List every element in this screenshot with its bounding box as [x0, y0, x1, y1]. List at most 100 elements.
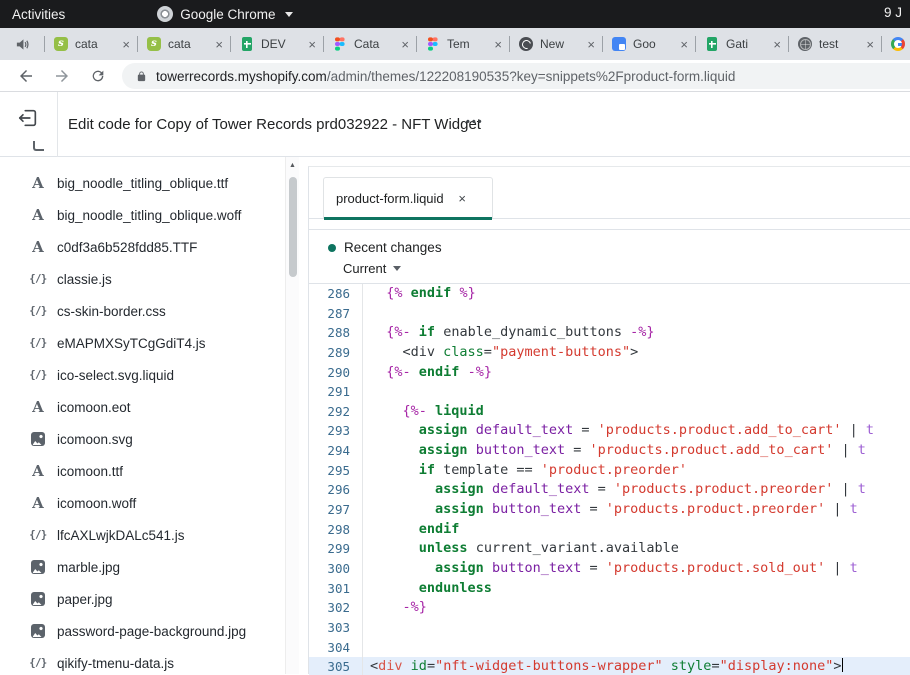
file-list-item[interactable]: big_noodle_titling_oblique.woff	[0, 199, 285, 231]
file-list-item[interactable]: icomoon.svg	[0, 423, 285, 455]
tab-close-icon[interactable]: ×	[773, 38, 781, 51]
code-line[interactable]: 286 {% endif %}	[309, 284, 910, 304]
editor-file-tab[interactable]: product-form.liquid ×	[323, 177, 493, 219]
file-type-icon	[28, 557, 48, 577]
file-name: qikify-tmenu-data.js	[57, 656, 174, 671]
lock-icon[interactable]	[136, 70, 147, 83]
code-line[interactable]: 292 {%- liquid	[309, 402, 910, 422]
code-line[interactable]: 288 {%- if enable_dynamic_buttons -%}	[309, 323, 910, 343]
code-line[interactable]: 294 assign button_text = 'products.produ…	[309, 441, 910, 461]
reload-button[interactable]	[88, 66, 108, 86]
editor-tab-close-icon[interactable]: ×	[458, 191, 466, 206]
line-content[interactable]: -%}	[363, 598, 910, 618]
browser-tab[interactable]: New ×	[509, 28, 602, 60]
code-line[interactable]: 293 assign default_text = 'products.prod…	[309, 421, 910, 441]
line-content[interactable]	[363, 304, 910, 324]
line-content[interactable]: unless current_variant.available	[363, 539, 910, 559]
activities-button[interactable]: Activities	[12, 7, 65, 22]
code-line[interactable]: 290 {%- endif -%}	[309, 363, 910, 383]
file-list-item[interactable]: password-page-background.jpg	[0, 615, 285, 647]
code-line[interactable]: 287	[309, 304, 910, 324]
browser-tab[interactable]: Gati ×	[695, 28, 788, 60]
browser-tab[interactable]: Cata ×	[323, 28, 416, 60]
tab-close-icon[interactable]: ×	[680, 38, 688, 51]
sidebar-scrollbar[interactable]: ▲	[285, 157, 299, 674]
line-number: 289	[309, 343, 363, 363]
line-content[interactable]: <div id="nft-widget-buttons-wrapper" sty…	[363, 657, 910, 675]
line-content[interactable]	[363, 638, 910, 658]
browser-tab[interactable]: test ×	[788, 28, 881, 60]
code-line[interactable]: 295 if template == 'product.preorder'	[309, 461, 910, 481]
audio-speaker-icon[interactable]	[0, 37, 44, 52]
line-content[interactable]: {% endif %}	[363, 284, 910, 304]
code-line[interactable]: 297 assign button_text = 'products.produ…	[309, 500, 910, 520]
file-list-item[interactable]: lfcAXLwjkDALc541.js	[0, 519, 285, 551]
code-line[interactable]: 304	[309, 638, 910, 658]
code-line[interactable]: 291	[309, 382, 910, 402]
version-dropdown[interactable]: Current	[343, 261, 910, 276]
line-content[interactable]: endif	[363, 520, 910, 540]
browser-tab[interactable]: Tem ×	[416, 28, 509, 60]
tab-close-icon[interactable]: ×	[866, 38, 874, 51]
line-content[interactable]: endunless	[363, 579, 910, 599]
file-list-item[interactable]: paper.jpg	[0, 583, 285, 615]
file-list-item[interactable]: cs-skin-border.css	[0, 295, 285, 327]
browser-tab[interactable]: cata ×	[137, 28, 230, 60]
line-content[interactable]: assign button_text = 'products.product.s…	[363, 559, 910, 579]
file-list-item[interactable]: eMAPMXSyTCgGdiT4.js	[0, 327, 285, 359]
browser-tab[interactable]: cata ×	[44, 28, 137, 60]
line-content[interactable]: assign button_text = 'products.product.p…	[363, 500, 910, 520]
line-content[interactable]: <div class="payment-buttons">	[363, 343, 910, 363]
tab-close-icon[interactable]: ×	[587, 38, 595, 51]
tab-close-icon[interactable]: ×	[122, 38, 130, 51]
tab-close-icon[interactable]: ×	[308, 38, 316, 51]
tab-close-icon[interactable]: ×	[494, 38, 502, 51]
scrollbar-thumb[interactable]	[289, 177, 297, 277]
file-list-item[interactable]: c0df3a6b528fdd85.TTF	[0, 231, 285, 263]
line-content[interactable]: assign default_text = 'products.product.…	[363, 421, 910, 441]
file-list-item[interactable]: icomoon.woff	[0, 487, 285, 519]
code-line[interactable]: 298 endif	[309, 520, 910, 540]
code-line[interactable]: 302 -%}	[309, 598, 910, 618]
file-list-item[interactable]: classie.js	[0, 263, 285, 295]
file-list-item[interactable]: icomoon.eot	[0, 391, 285, 423]
address-bar[interactable]: towerrecords.myshopify.com/admin/themes/…	[122, 63, 910, 89]
file-list-item[interactable]: marble.jpg	[0, 551, 285, 583]
line-content[interactable]: {%- if enable_dynamic_buttons -%}	[363, 323, 910, 343]
more-actions-button[interactable]: •••	[466, 116, 484, 128]
code-line[interactable]: 299 unless current_variant.available	[309, 539, 910, 559]
code-line[interactable]: 289 <div class="payment-buttons">	[309, 343, 910, 363]
file-list-item[interactable]: big_noodle_titling_oblique.ttf	[0, 167, 285, 199]
code-line[interactable]: 303	[309, 618, 910, 638]
line-content[interactable]: {%- endif -%}	[363, 363, 910, 383]
line-content[interactable]	[363, 618, 910, 638]
browser-tab[interactable]: DEV ×	[230, 28, 323, 60]
code-line[interactable]: 305<div id="nft-widget-buttons-wrapper" …	[309, 657, 910, 675]
exit-code-editor-button[interactable]	[15, 105, 41, 131]
code-line[interactable]: 301 endunless	[309, 579, 910, 599]
browser-tab[interactable]: Goo ×	[602, 28, 695, 60]
browser-tab[interactable]: ×	[881, 28, 910, 60]
line-content[interactable]: assign default_text = 'products.product.…	[363, 480, 910, 500]
code-lines[interactable]: 286 {% endif %}287288 {%- if enable_dyna…	[309, 284, 910, 675]
line-content[interactable]	[363, 382, 910, 402]
code-line[interactable]: 300 assign button_text = 'products.produ…	[309, 559, 910, 579]
file-list-item[interactable]: ico-select.svg.liquid	[0, 359, 285, 391]
app-menu[interactable]: Google Chrome	[157, 6, 292, 22]
scroll-up-arrow-icon[interactable]: ▲	[289, 162, 296, 169]
line-content[interactable]: if template == 'product.preorder'	[363, 461, 910, 481]
tab-close-icon[interactable]: ×	[215, 38, 223, 51]
forward-button[interactable]	[52, 66, 72, 86]
tab-label: New	[540, 37, 581, 51]
line-content[interactable]: {%- liquid	[363, 402, 910, 422]
tab-favicon	[239, 36, 255, 52]
code-line[interactable]: 296 assign default_text = 'products.prod…	[309, 480, 910, 500]
clock[interactable]: 9 J	[884, 5, 902, 20]
line-number: 286	[309, 284, 363, 304]
back-button[interactable]	[16, 66, 36, 86]
file-list-item[interactable]: icomoon.ttf	[0, 455, 285, 487]
line-content[interactable]: assign button_text = 'products.product.a…	[363, 441, 910, 461]
app-menu-label: Google Chrome	[180, 7, 275, 22]
tab-close-icon[interactable]: ×	[401, 38, 409, 51]
file-list-item[interactable]: qikify-tmenu-data.js	[0, 647, 285, 674]
